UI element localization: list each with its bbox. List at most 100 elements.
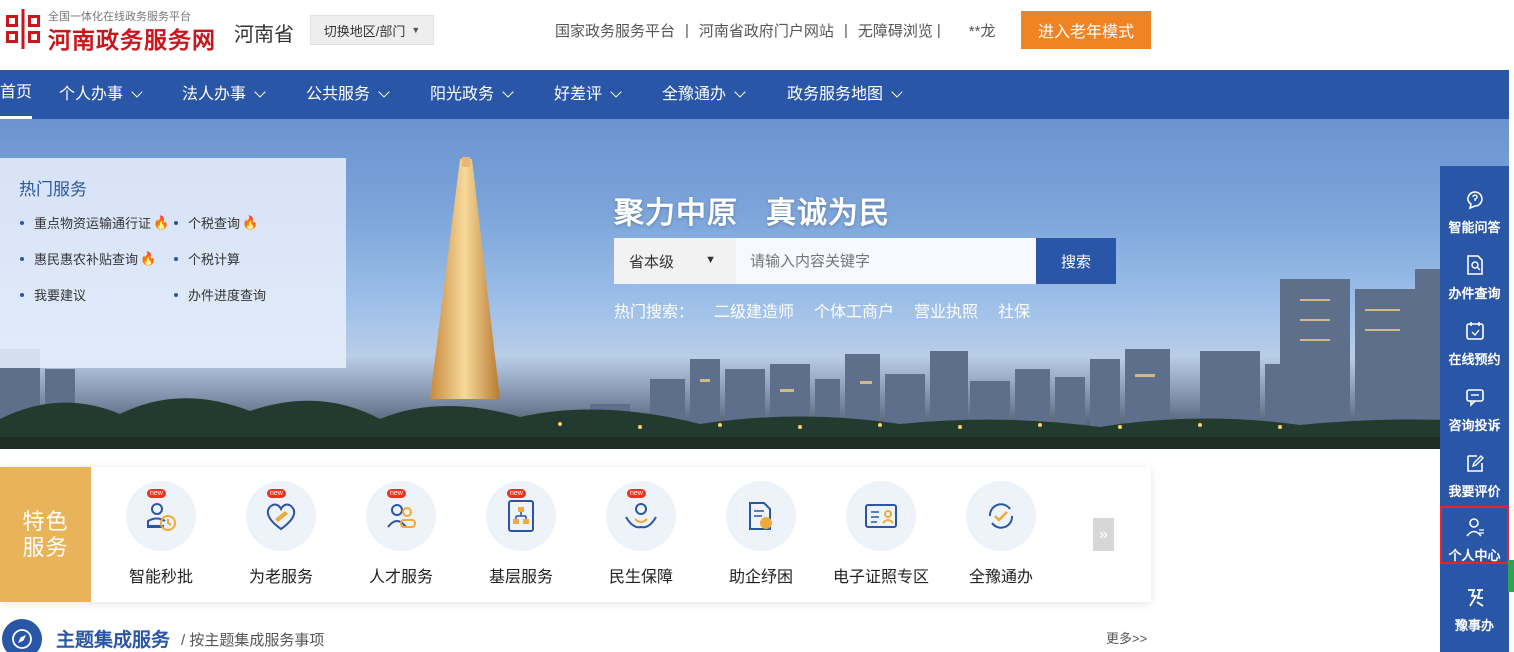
service-label: 全豫通办 xyxy=(968,569,1033,586)
hot-keyword[interactable]: 社保 xyxy=(998,298,1030,322)
message-icon xyxy=(1466,389,1484,407)
hot-service-item[interactable]: 个税查询 🔥 xyxy=(174,213,258,232)
fire-icon: 🔥 xyxy=(153,214,170,230)
service-smart-approval[interactable]: new 智能秒批 xyxy=(101,481,221,591)
new-badge: new xyxy=(387,489,406,498)
nav-service-map[interactable]: 政务服务地图 xyxy=(787,70,903,119)
side-item-label: 在线预约 xyxy=(1448,352,1501,367)
hot-keyword[interactable]: 营业执照 xyxy=(914,298,978,322)
side-personal-center[interactable]: 个人中心 xyxy=(1440,506,1509,564)
nav-public[interactable]: 公共服务 xyxy=(306,70,390,119)
service-all-henan[interactable]: 全豫通办 xyxy=(941,481,1061,591)
bullet-icon xyxy=(20,220,24,225)
nav-sunshine[interactable]: 阳光政务 xyxy=(430,70,514,119)
service-talent[interactable]: new 人才服务 xyxy=(341,481,461,591)
nav-rating[interactable]: 好差评 xyxy=(554,70,622,119)
side-item-label: 办件查询 xyxy=(1448,286,1501,301)
chevron-down-icon xyxy=(254,86,266,98)
hot-services-title: 热门服务 xyxy=(19,180,87,199)
hot-service-label: 个税计算 xyxy=(188,252,241,267)
document-icon xyxy=(749,502,772,530)
service-grassroots[interactable]: new 基层服务 xyxy=(461,481,581,591)
search-button[interactable]: 搜索 xyxy=(1036,238,1116,284)
nav-corporate[interactable]: 法人办事 xyxy=(182,70,266,119)
hot-service-item[interactable]: 重点物资运输通行证 🔥 xyxy=(20,213,169,232)
compass-icon xyxy=(2,619,42,652)
bullet-icon xyxy=(20,292,24,297)
new-badge: new xyxy=(627,489,646,498)
heart-hand-icon xyxy=(266,503,296,531)
hot-keyword[interactable]: 二级建造师 xyxy=(714,298,794,322)
service-icon-circle xyxy=(726,481,796,551)
theme-more-link[interactable]: 更多>> xyxy=(1106,628,1147,647)
theme-section-subtitle: / 按主题集成服务事项 xyxy=(181,632,325,649)
featured-label-line1: 特色 xyxy=(22,508,69,534)
side-case-query[interactable]: 办件查询 xyxy=(1440,238,1509,302)
elder-mode-button[interactable]: 进入老年模式 xyxy=(1021,11,1151,49)
nav-sunshine-label: 阳光政务 xyxy=(430,86,495,103)
nav-personal-label: 个人办事 xyxy=(59,86,124,103)
main-nav: 首页 个人办事 法人办事 公共服务 阳光政务 好差评 全豫通办 政务服务地图 xyxy=(0,70,1509,119)
chevron-down-icon xyxy=(610,86,622,98)
divider: | xyxy=(843,22,848,39)
side-evaluate[interactable]: 我要评价 xyxy=(1440,436,1509,500)
service-e-license[interactable]: 电子证照专区 xyxy=(821,481,941,591)
user-icon xyxy=(1466,518,1484,537)
chevron-down-icon xyxy=(502,86,514,98)
side-yushiban[interactable]: 豫事办 xyxy=(1440,570,1509,634)
link-henan-portal[interactable]: 河南省政府门户网站 xyxy=(699,20,834,41)
nav-personal[interactable]: 个人办事 xyxy=(59,70,143,119)
hot-service-label: 办件进度查询 xyxy=(188,288,267,303)
side-item-label: 我要评价 xyxy=(1448,484,1501,499)
side-appointment[interactable]: 在线预约 xyxy=(1440,304,1509,368)
logo-title[interactable]: 河南政务服务网 xyxy=(48,21,216,55)
hot-search-bar: 热门搜索： 二级建造师 个体工商户 营业执照 社保 xyxy=(614,298,1030,322)
service-icon-circle xyxy=(966,481,1036,551)
nav-home-label: 首页 xyxy=(0,84,33,101)
caret-down-icon: ▼ xyxy=(705,254,716,266)
chevron-down-icon xyxy=(734,86,746,98)
nav-home[interactable]: 首页 xyxy=(0,70,33,119)
bullet-icon xyxy=(174,220,178,225)
service-label: 人才服务 xyxy=(368,569,433,586)
region-label: 河南省 xyxy=(234,24,294,46)
switch-region-label: 切换地区/部门 xyxy=(323,23,406,39)
calendar-icon xyxy=(1466,322,1484,340)
hot-service-item[interactable]: 惠民惠农补贴查询 🔥 xyxy=(20,249,156,268)
service-icon-circle xyxy=(846,481,916,551)
hot-service-item[interactable]: 我要建议 xyxy=(20,285,86,304)
stamp-clock-icon xyxy=(147,503,176,531)
logo-icon xyxy=(6,9,40,49)
switch-region-button[interactable]: 切换地区/部门 ▼ xyxy=(310,15,434,45)
link-accessibility[interactable]: 无障碍浏览 xyxy=(858,20,933,41)
service-label: 为老服务 xyxy=(248,569,313,586)
divider: | xyxy=(685,22,689,39)
link-national-platform[interactable]: 国家政务服务平台 xyxy=(555,20,675,41)
hot-keyword[interactable]: 个体工商户 xyxy=(814,298,894,322)
fire-icon: 🔥 xyxy=(242,214,259,230)
search-level-select[interactable]: 省本级 ▼ xyxy=(614,238,736,284)
side-complaint[interactable]: 咨询投诉 xyxy=(1440,370,1509,434)
service-elderly[interactable]: new 为老服务 xyxy=(221,481,341,591)
featured-next-button[interactable]: » xyxy=(1093,518,1114,551)
featured-label-line2: 服务 xyxy=(22,534,69,560)
hot-service-item[interactable]: 个税计算 xyxy=(174,249,240,268)
service-livelihood[interactable]: new 民生保障 xyxy=(581,481,701,591)
hot-service-item[interactable]: 办件进度查询 xyxy=(174,285,266,304)
side-item-label: 咨询投诉 xyxy=(1448,418,1501,433)
service-label: 助企纾困 xyxy=(728,569,793,586)
user-name[interactable]: **龙 xyxy=(969,20,996,41)
yushiban-app-icon xyxy=(1468,589,1484,607)
nav-all-henan[interactable]: 全豫通办 xyxy=(662,70,746,119)
search-input[interactable] xyxy=(736,238,1036,284)
hot-service-label: 我要建议 xyxy=(34,288,87,303)
service-enterprise-relief[interactable]: 助企纾困 xyxy=(701,481,821,591)
scrollbar-track[interactable] xyxy=(1509,0,1514,652)
side-smart-qa[interactable]: 智能问答 xyxy=(1440,172,1509,236)
nav-public-label: 公共服务 xyxy=(306,86,371,103)
scrollbar-thumb[interactable] xyxy=(1508,560,1514,592)
new-badge: new xyxy=(267,489,286,498)
bullet-icon xyxy=(174,292,178,297)
divider: | xyxy=(936,22,941,39)
chat-question-icon xyxy=(1467,191,1483,210)
